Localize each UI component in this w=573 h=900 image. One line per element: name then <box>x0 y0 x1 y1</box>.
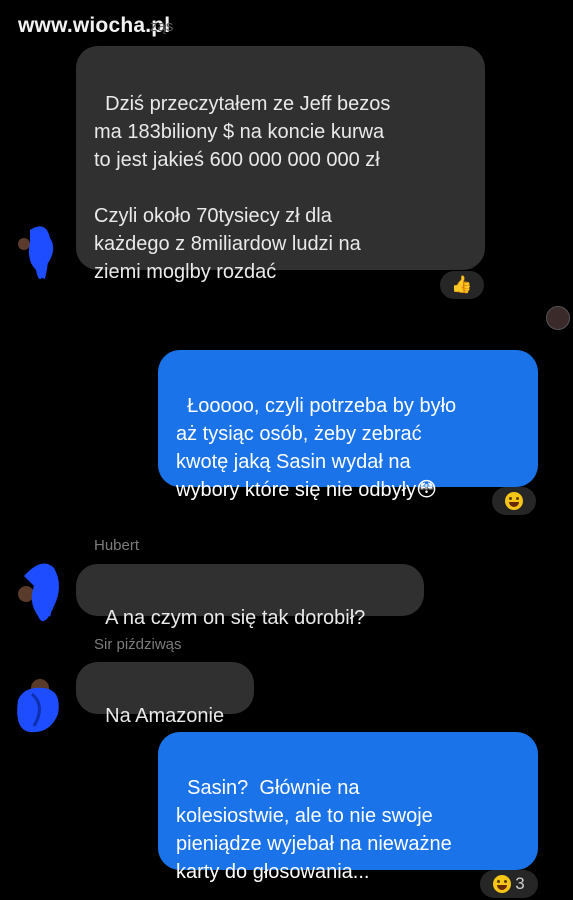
sender-name-partial: ząs <box>150 18 174 35</box>
flushed-face-icon: 😳 <box>416 479 437 501</box>
read-receipt-avatar <box>546 306 570 330</box>
redacted-avatar-scribble <box>18 226 54 280</box>
reaction-badge[interactable] <box>492 487 536 515</box>
sender-name: Sir piździwąs <box>94 636 182 653</box>
sender-name: Hubert <box>94 537 140 554</box>
laughing-face-icon <box>493 875 512 893</box>
reaction-count: 3 <box>515 874 525 893</box>
message-text: Sasin? Głównie na kolesiostwie, ale to n… <box>176 777 452 883</box>
message-text: A na czym on się tak dorobił? <box>105 607 366 629</box>
laughing-face-icon <box>505 492 523 510</box>
message-bubble-outgoing[interactable]: Sasin? Głównie na kolesiostwie, ale to n… <box>158 732 538 883</box>
reaction-badge[interactable]: 3 <box>480 870 538 898</box>
redacted-avatar-scribble <box>18 563 59 622</box>
message-bubble-outgoing[interactable]: Łooooo, czyli potrzeba by było aż tysiąc… <box>158 350 538 501</box>
watermark: www.wiocha.pl <box>18 14 171 37</box>
message-text: Na Amazonie <box>105 705 225 727</box>
message-bubble-incoming[interactable]: Dziś przeczytałem ze Jeff bezos ma 183bi… <box>76 46 485 283</box>
message-bubble-incoming[interactable]: A na czym on się tak dorobił? <box>76 564 424 629</box>
redacted-avatar-scribble <box>17 679 59 733</box>
thumbs-up-icon: 👍 <box>451 275 473 294</box>
message-bubble-incoming[interactable]: Na Amazonie <box>76 662 254 727</box>
reaction-badge[interactable]: 👍 <box>440 271 484 299</box>
message-text: Łooooo, czyli potrzeba by było aż tysiąc… <box>176 395 457 501</box>
message-text: Dziś przeczytałem ze Jeff bezos ma 183bi… <box>94 93 391 283</box>
